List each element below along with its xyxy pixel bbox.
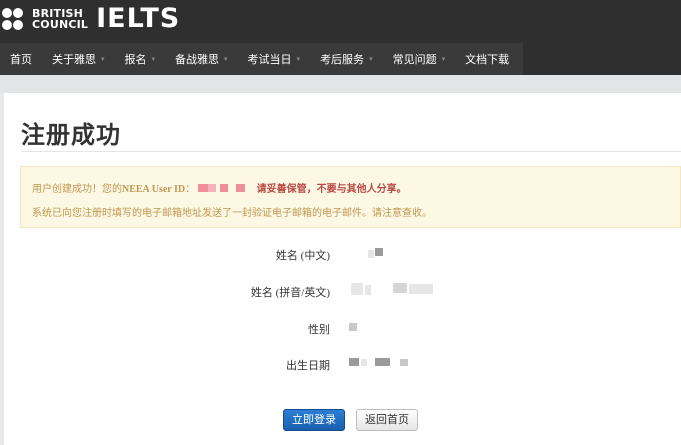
chevron-down-icon: ▾	[441, 55, 446, 63]
chevron-down-icon: ▾	[101, 55, 105, 63]
nav-item-label: 关于雅思	[52, 54, 96, 66]
redacted-value	[349, 323, 357, 331]
chevron-down-icon: ▾	[296, 55, 301, 63]
success-alert: 用户创建成功！您的NEEA User ID： 请妥善保管，不要与其他人分享。 系…	[20, 166, 681, 228]
nav-item-2[interactable]: 报名 ▾	[115, 43, 166, 75]
british-council-wordmark: BRITISH COUNCIL	[32, 7, 89, 31]
field-label-gender: 性别	[308, 324, 330, 336]
nav-item-5[interactable]: 考后服务 ▾	[310, 43, 383, 75]
title-divider	[21, 151, 681, 152]
logo[interactable]: BRITISH COUNCIL IELTS	[2, 2, 180, 36]
chevron-down-icon: ▾	[369, 55, 373, 63]
alert-line-2: 系统已向您注册时填写的电子邮箱地址发送了一封验证电子邮箱的电子邮件。请注意查收。	[32, 208, 432, 219]
page-title: 注册成功	[21, 123, 121, 149]
main-nav: 首页 关于雅思 ▾ 报名 ▾ 备战雅思 ▾ 考试当日 ▾ 考后服务 ▾ 常见问题 ▾ 文档下载	[0, 43, 523, 75]
ielts-wordmark: IELTS	[96, 3, 181, 34]
nav-item-label: 备战雅思	[175, 54, 220, 66]
british-council-dots-icon	[2, 7, 30, 31]
nav-item-label: 常见问题	[392, 54, 437, 66]
nav-item-label: 文档下载	[465, 54, 510, 66]
nav-strip	[523, 43, 681, 75]
nav-item-label: 报名	[124, 54, 147, 66]
redacted-user-id	[197, 184, 208, 192]
main-content: 注册成功 用户创建成功！您的NEEA User ID： 请妥善保管，不要与其他人…	[4, 93, 681, 445]
chevron-down-icon: ▾	[151, 55, 156, 63]
redacted-value	[349, 358, 359, 366]
back-home-button[interactable]: 返回首页	[356, 409, 418, 431]
nav-item-label: 首页	[10, 54, 32, 66]
field-label-name-cn: 姓名 (中文)	[275, 250, 330, 262]
alert-warning-text: 请妥善保管，不要与其他人分享。	[256, 184, 407, 195]
header-band	[0, 75, 681, 93]
field-label-name-pinyin: 姓名 (拼音/英文)	[250, 287, 330, 299]
chevron-down-icon: ▾	[224, 55, 228, 63]
nav-item-6[interactable]: 常见问题 ▾	[383, 43, 456, 75]
nav-item-1[interactable]: 关于雅思 ▾	[42, 43, 115, 75]
nav-item-label: 考试当日	[247, 54, 292, 66]
site-header: BRITISH COUNCIL IELTS	[0, 0, 681, 43]
nav-item-4[interactable]: 考试当日 ▾	[238, 43, 311, 75]
nav-item-7[interactable]: 文档下载	[455, 43, 519, 75]
redacted-value	[375, 248, 383, 256]
nav-item-label: 考后服务	[320, 54, 365, 66]
nav-item-3[interactable]: 备战雅思 ▾	[165, 43, 238, 75]
nav-item-0[interactable]: 首页	[0, 43, 42, 75]
login-button[interactable]: 立即登录	[283, 409, 345, 431]
redacted-value	[351, 283, 363, 295]
field-label-birthdate: 出生日期	[286, 360, 330, 372]
alert-line-1: 用户创建成功！您的NEEA User ID： 请妥善保管，不要与其他人分享。	[32, 184, 407, 195]
